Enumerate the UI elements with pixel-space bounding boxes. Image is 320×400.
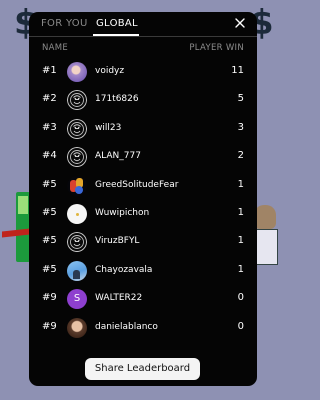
leaderboard-row: #9 danielablanco 0 (29, 317, 257, 339)
avatar (67, 232, 87, 253)
leaderboard-row: #9 S WALTER22 0 (29, 288, 257, 310)
leaderboard-row: #5 Chayozavala 1 (29, 260, 257, 282)
player-wins: 11 (231, 65, 244, 76)
tab-for-you[interactable]: FOR YOU (41, 18, 88, 29)
avatar (67, 147, 87, 168)
player-name: danielablanco (95, 321, 158, 332)
avatar (67, 118, 87, 139)
avatar (67, 317, 87, 338)
avatar (67, 175, 87, 196)
player-name: ALAN_777 (95, 151, 141, 162)
player-wins: 1 (237, 235, 244, 247)
leaderboard-row: #4 ALAN_777 2 (29, 146, 257, 168)
player-name: GreedSolitudeFear (95, 179, 179, 190)
player-wins: 1 (237, 178, 244, 190)
rank-label: #5 (42, 207, 57, 218)
rank-label: #1 (42, 65, 57, 76)
rank-label: #5 (42, 235, 57, 247)
share-leaderboard-button[interactable]: Share Leaderboard (85, 358, 200, 380)
avatar (67, 62, 87, 82)
close-icon[interactable] (233, 16, 247, 30)
rank-label: #2 (42, 93, 57, 105)
avatar: S (67, 289, 87, 310)
background-gadget (16, 192, 30, 262)
player-wins: 1 (237, 207, 244, 218)
rank-label: #4 (42, 150, 57, 162)
leaderboard-row: #2 171t6826 5 (29, 89, 257, 111)
rank-label: #5 (42, 263, 57, 275)
rank-label: #5 (42, 178, 57, 190)
avatar (67, 260, 87, 281)
player-name: WALTER22 (95, 293, 143, 304)
rank-label: #9 (42, 320, 57, 332)
column-header-name: NAME (42, 43, 69, 53)
leaderboard-modal: FOR YOU GLOBAL NAME PLAYER WIN #1 voidyz 1… (29, 12, 257, 386)
leaderboard-row: #1 voidyz 11 (29, 61, 257, 83)
tab-global[interactable]: GLOBAL (96, 18, 138, 29)
player-name: 171t6826 (95, 94, 139, 105)
player-wins: 3 (237, 121, 244, 133)
leaderboard-row: #5 ViruzBFYL 1 (29, 231, 257, 253)
leaderboard-row: #5 GreedSolitudeFear 1 (29, 175, 257, 197)
player-wins: 0 (237, 292, 244, 304)
player-wins: 5 (237, 93, 244, 105)
background-character (254, 205, 278, 267)
avatar (67, 204, 87, 224)
player-wins: 1 (237, 263, 244, 275)
rank-label: #3 (42, 121, 57, 133)
leaderboard-row: #5 Wuwipichon 1 (29, 203, 257, 225)
player-name: Wuwipichon (95, 208, 150, 218)
rank-label: #9 (42, 292, 57, 304)
player-name: Chayozavala (95, 264, 153, 275)
player-wins: 2 (237, 150, 244, 162)
avatar (67, 90, 87, 111)
column-header-player-win: PLAYER WIN (189, 43, 244, 53)
player-name: voidyz (95, 66, 125, 76)
player-name: will23 (95, 122, 122, 133)
player-name: ViruzBFYL (95, 236, 140, 247)
tab-bar: FOR YOU GLOBAL (29, 12, 257, 37)
leaderboard-row: #3 will23 3 (29, 118, 257, 140)
player-wins: 0 (237, 320, 244, 332)
active-tab-indicator (93, 34, 139, 36)
